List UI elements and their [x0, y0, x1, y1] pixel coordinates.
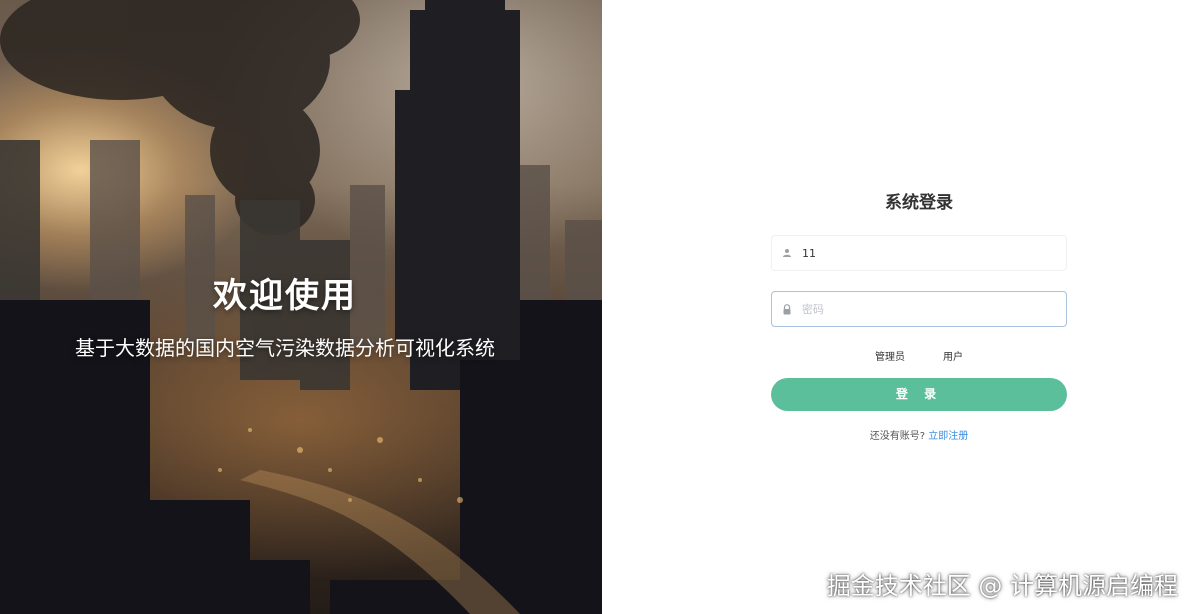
hero-subtitle: 基于大数据的国内空气污染数据分析可视化系统 [75, 336, 495, 360]
register-prompt-line: 还没有账号? 立即注册 [771, 427, 1067, 442]
username-input[interactable] [802, 246, 1052, 260]
password-input[interactable] [802, 302, 1052, 316]
register-prompt: 还没有账号? [869, 431, 926, 442]
login-panel: 系统登录 管理员 用户 登 录 还没有账号? 立即注册 [602, 0, 1200, 614]
role-selector: 管理员 用户 [771, 348, 1067, 363]
login-button[interactable]: 登 录 [771, 378, 1067, 411]
login-title: 系统登录 [885, 193, 953, 213]
register-link[interactable]: 立即注册 [928, 431, 968, 442]
watermark: 掘金技术社区 @ 计算机源启编程 [826, 572, 1178, 600]
role-option-admin[interactable]: 管理员 [875, 348, 905, 363]
password-field[interactable] [771, 291, 1067, 327]
username-field[interactable] [771, 235, 1067, 271]
hero-panel: 欢迎使用 基于大数据的国内空气污染数据分析可视化系统 [0, 0, 602, 614]
role-option-user[interactable]: 用户 [943, 348, 963, 363]
smoke-plume [0, 0, 360, 235]
lock-icon [772, 303, 802, 315]
user-icon [772, 248, 802, 258]
hero-title: 欢迎使用 [213, 276, 357, 316]
